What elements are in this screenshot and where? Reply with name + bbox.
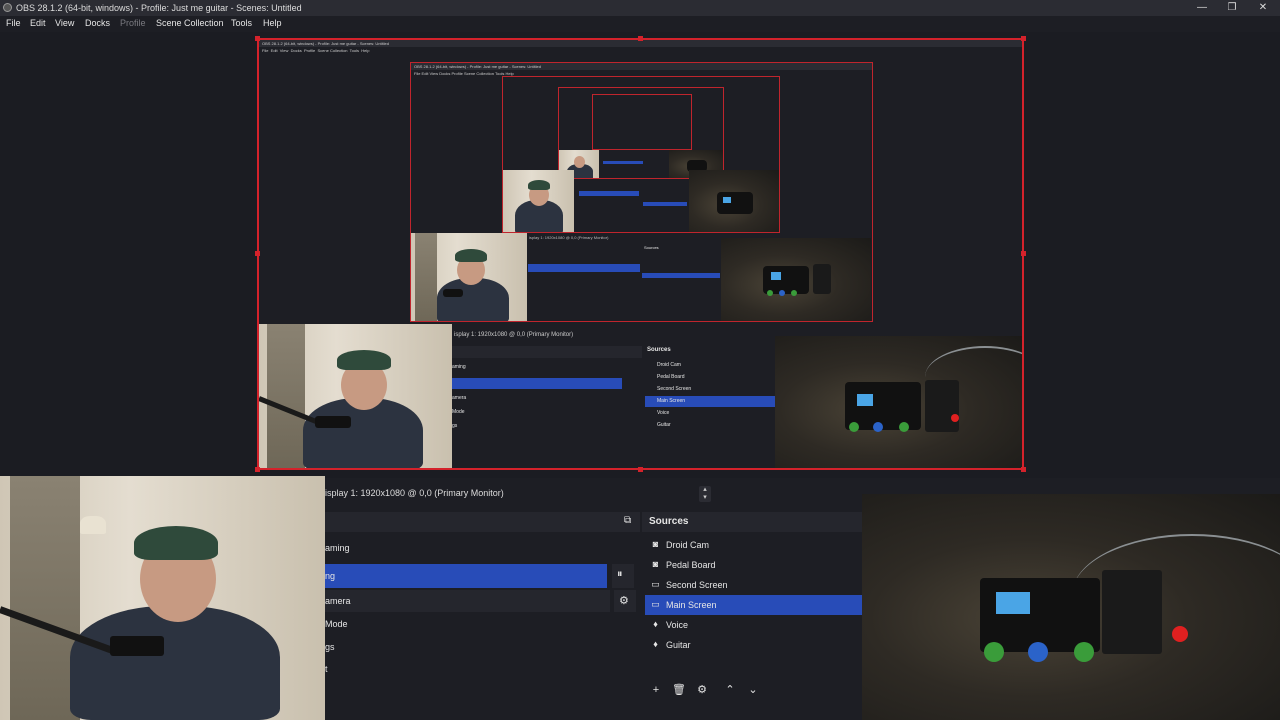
- resize-handle-bottom-left[interactable]: [255, 467, 260, 472]
- menu-scene-collection[interactable]: Scene Collection: [156, 18, 224, 28]
- microphone-icon: ♦: [653, 619, 658, 629]
- nested-title-bar: OBS 28.1.2 (64-bit, windows) - Profile: …: [259, 40, 1022, 47]
- microphone-icon: ♦: [653, 639, 658, 649]
- display-spinner-icon[interactable]: ▴ ▾: [699, 486, 711, 502]
- nested-menu-bar: File Edit View Docks Profile Scene Colle…: [262, 48, 370, 53]
- nested-selected-source-4: [643, 202, 687, 206]
- menu-docks[interactable]: Docks: [85, 18, 110, 28]
- remove-source-button[interactable]: 🗑: [670, 681, 688, 699]
- add-source-button[interactable]: +: [647, 681, 665, 699]
- source-properties-button[interactable]: ⚙: [693, 681, 711, 699]
- resize-handle-left[interactable]: [255, 251, 260, 256]
- nested-title-2: OBS 28.1.2 (64-bit, windows) - Profile: …: [411, 63, 872, 70]
- nested-webcam-3: [411, 233, 527, 321]
- gear-icon[interactable]: ⚙: [619, 594, 629, 607]
- monitor-icon: ▭: [651, 599, 660, 609]
- resize-handle-top-right[interactable]: [1021, 36, 1026, 41]
- sources-title: Sources: [649, 516, 689, 527]
- monitor-icon: ▭: [651, 579, 660, 589]
- window-title: OBS 28.1.2 (64-bit, windows) - Profile: …: [16, 3, 302, 13]
- source-item-pedal-board[interactable]: ◙ Pedal Board: [645, 555, 862, 575]
- menu-help[interactable]: Help: [263, 18, 282, 28]
- nested-webcam-4: [503, 170, 574, 232]
- nested-selected-row-2: [452, 378, 622, 389]
- resize-handle-top-left[interactable]: [255, 36, 260, 41]
- source-item-voice[interactable]: ♦ Voice: [645, 615, 862, 635]
- scene-item[interactable]: Mode: [325, 613, 615, 635]
- resize-handle-bottom[interactable]: [638, 467, 643, 472]
- source-item-main-screen[interactable]: ▭ Main Screen: [645, 595, 862, 615]
- preview-display[interactable]: OBS 28.1.2 (64-bit, windows) - Profile: …: [257, 38, 1024, 470]
- lamp-shade: [80, 516, 106, 534]
- nested-sources-title-3: Sources: [644, 245, 659, 250]
- scene-item[interactable]: t: [325, 658, 615, 680]
- source-item-second-screen[interactable]: ▭ Second Screen: [645, 575, 862, 595]
- menu-tools[interactable]: Tools: [231, 18, 252, 28]
- resize-handle-bottom-right[interactable]: [1021, 467, 1026, 472]
- menu-view[interactable]: View: [55, 18, 74, 28]
- menu-file[interactable]: File: [6, 18, 21, 28]
- nested-pedalcam-3: [721, 238, 871, 321]
- move-source-up-button[interactable]: ⌃: [721, 681, 739, 699]
- nested-display-label-2: isplay 1: 1920x1080 @ 0,0 (Primary Monit…: [454, 332, 574, 338]
- resize-handle-top[interactable]: [638, 36, 643, 41]
- pedalboard-camera: [862, 494, 1280, 720]
- resize-handle-right[interactable]: [1021, 251, 1026, 256]
- title-bar: OBS 28.1.2 (64-bit, windows) - Profile: …: [0, 0, 1280, 16]
- maximize-button[interactable]: ❐: [1218, 0, 1246, 16]
- nested-selected-source-3: [642, 273, 720, 278]
- nested-preview-3: [502, 76, 780, 233]
- nested-preview-4: [558, 87, 724, 179]
- scene-item[interactable]: gs: [325, 636, 615, 658]
- display-selector-label: isplay 1: 1920x1080 @ 0,0 (Primary Monit…: [325, 488, 504, 498]
- camera-icon: ◙: [652, 539, 659, 549]
- menu-edit[interactable]: Edit: [30, 18, 46, 28]
- pause-icon[interactable]: ⏸: [617, 568, 623, 581]
- scene-item[interactable]: aming: [325, 537, 615, 559]
- menu-bar: File Edit View Docks Profile Scene Colle…: [0, 16, 1280, 32]
- source-item-guitar[interactable]: ♦ Guitar: [645, 635, 862, 655]
- nested-sources-title-2: Sources: [647, 347, 671, 353]
- nested-selected-row-4: [579, 191, 639, 196]
- undock-icon[interactable]: ⧉: [624, 515, 631, 526]
- obs-logo-icon: [3, 3, 12, 12]
- close-button[interactable]: ✕: [1249, 0, 1277, 16]
- nested-selected-row-5: [603, 161, 643, 164]
- camera-icon: ◙: [652, 559, 659, 569]
- nested-preview-2: OBS 28.1.2 (64-bit, windows) - Profile: …: [410, 62, 873, 322]
- menu-profile[interactable]: Profile: [120, 18, 146, 28]
- source-item-droid-cam[interactable]: ◙ Droid Cam: [645, 535, 862, 555]
- webcam-overlay: [0, 476, 325, 720]
- nested-webcam-2: [259, 324, 452, 468]
- nested-pedalcam-2: [775, 336, 1022, 468]
- move-source-down-button[interactable]: ⌄: [744, 681, 762, 699]
- nested-selected-row-3: [528, 264, 640, 272]
- scene-item-selected[interactable]: ng: [325, 565, 615, 587]
- nested-preview-5: [592, 94, 692, 150]
- scenes-header: [325, 512, 640, 532]
- nested-display-label-3: isplay 1: 1920x1080 @ 0,0 (Primary Monit…: [529, 235, 609, 240]
- nested-pedalcam-4: [689, 170, 779, 232]
- minimize-button[interactable]: —: [1188, 0, 1216, 16]
- scene-item[interactable]: amera: [325, 590, 615, 612]
